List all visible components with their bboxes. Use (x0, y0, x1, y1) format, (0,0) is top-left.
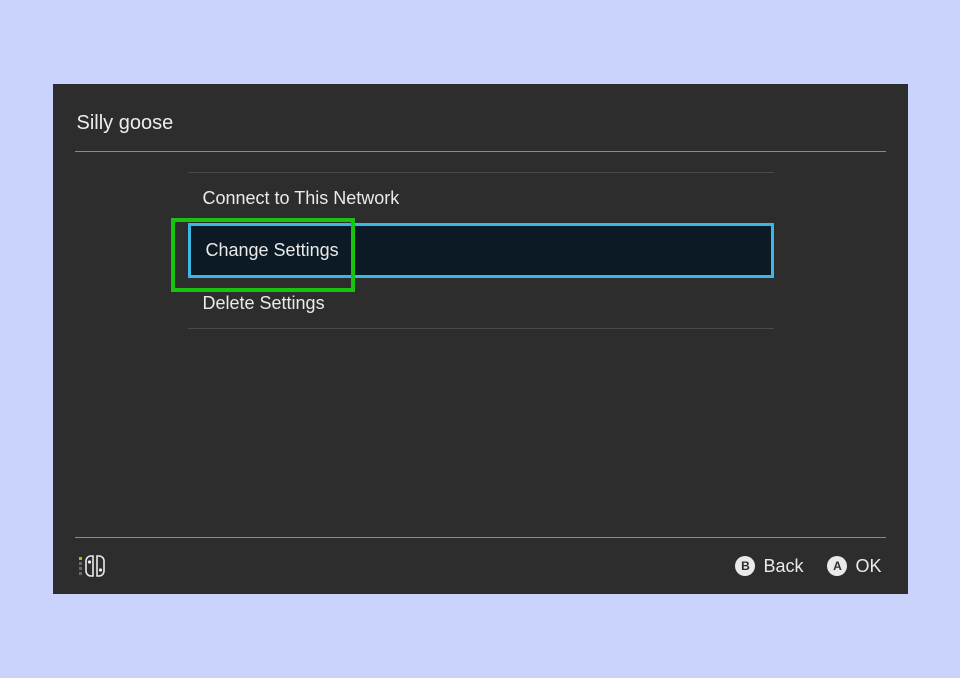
menu-item-label: Connect to This Network (203, 188, 400, 209)
menu-item-label: Change Settings (206, 240, 339, 261)
footer-right: B Back A OK (735, 556, 881, 577)
menu-item-change-settings[interactable]: Change Settings (188, 223, 774, 278)
ok-label: OK (855, 556, 881, 577)
network-settings-screen: Silly goose Connect to This Network Chan… (53, 84, 908, 594)
header-divider (75, 151, 886, 152)
menu-item-label: Delete Settings (203, 293, 325, 314)
footer: B Back A OK (53, 538, 908, 594)
header: Silly goose (53, 84, 908, 166)
ok-button[interactable]: A OK (827, 556, 881, 577)
back-label: Back (763, 556, 803, 577)
page-title: Silly goose (75, 112, 886, 149)
back-button[interactable]: B Back (735, 556, 803, 577)
menu: Connect to This Network Change Settings … (188, 172, 774, 329)
menu-item-delete-settings[interactable]: Delete Settings (188, 278, 774, 328)
joycon-icon (79, 554, 121, 578)
b-button-icon: B (735, 556, 755, 576)
footer-left (79, 554, 121, 578)
a-button-icon: A (827, 556, 847, 576)
menu-divider (188, 328, 774, 329)
menu-item-connect[interactable]: Connect to This Network (188, 173, 774, 223)
